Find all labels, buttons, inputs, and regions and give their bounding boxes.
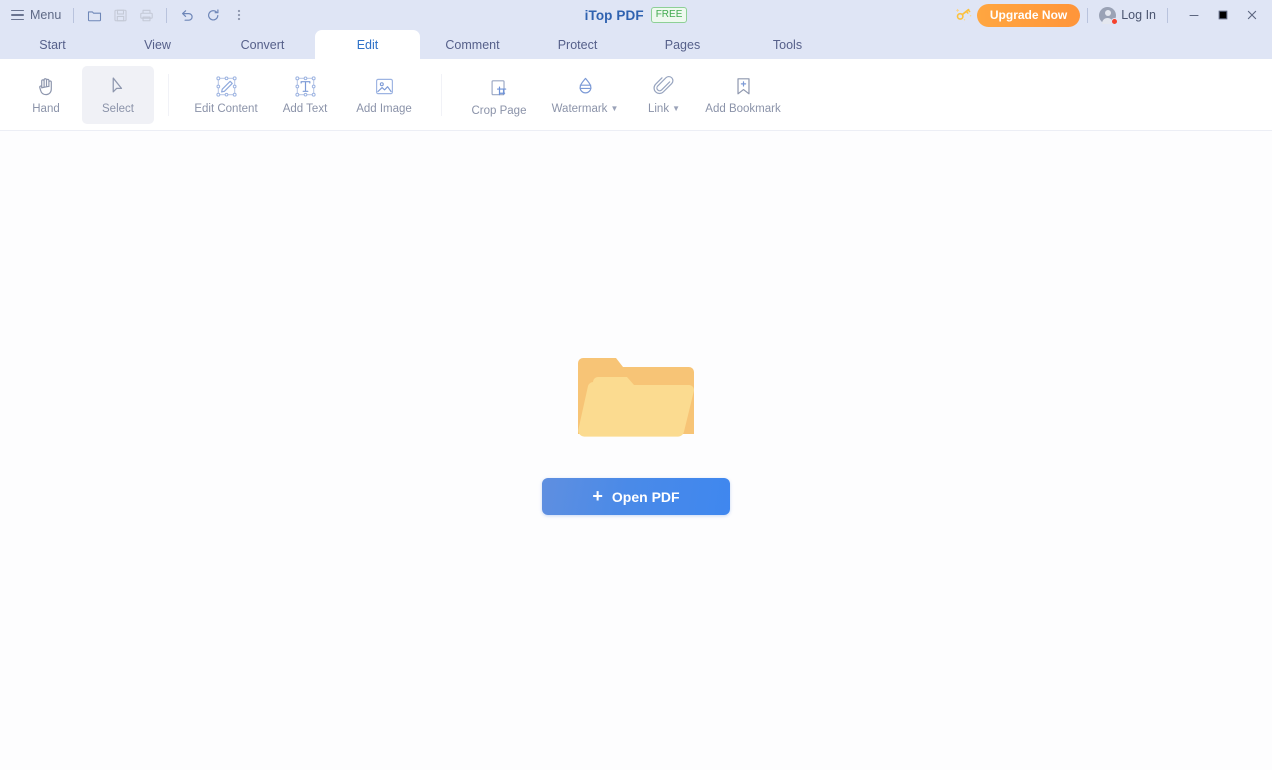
print-icon[interactable] [133, 3, 159, 27]
ribbon-button-crop-page[interactable]: Crop Page [456, 66, 542, 124]
chevron-down-icon[interactable]: ▼ [610, 104, 618, 113]
tab-tools[interactable]: Tools [735, 30, 840, 59]
quick-access-toolbar: Menu [8, 3, 252, 27]
ribbon-button-hand[interactable]: Hand [10, 66, 82, 124]
ribbon-button-watermark[interactable]: Watermark ▼ [542, 66, 628, 124]
window-controls [1179, 2, 1266, 28]
ribbon-tab-bar: Start View Convert Edit Comment Protect … [0, 30, 1272, 59]
cursor-arrow-icon [107, 73, 130, 99]
document-area: + Open PDF [0, 131, 1272, 770]
tab-start[interactable]: Start [0, 30, 105, 59]
add-image-icon [372, 73, 397, 99]
hamburger-icon [11, 9, 24, 21]
minimize-icon[interactable] [1179, 2, 1208, 28]
tab-view[interactable]: View [105, 30, 210, 59]
add-text-icon [293, 73, 318, 99]
ribbon-button-crop-page-label: Crop Page [471, 105, 527, 117]
save-icon[interactable] [107, 3, 133, 27]
empty-state-dropzone: + Open PDF [542, 354, 730, 515]
ribbon-button-add-text[interactable]: Add Text [269, 66, 341, 124]
more-options-icon[interactable] [226, 3, 252, 27]
toolbar-divider-2 [166, 7, 168, 23]
open-file-icon[interactable] [81, 3, 107, 27]
ribbon-button-add-bookmark-label: Add Bookmark [705, 103, 781, 115]
ribbon-button-add-image[interactable]: Add Image [341, 66, 427, 124]
edit-content-icon [214, 73, 239, 99]
crop-page-icon [487, 75, 512, 101]
avatar [1099, 6, 1119, 25]
redo-icon[interactable] [200, 3, 226, 27]
ribbon-group-content: Edit Content Add Text Add Image [183, 66, 427, 124]
titlebar-divider-3 [1087, 7, 1089, 23]
ribbon-toolbar: Hand Select Edit Content Add Text Add Im… [0, 59, 1272, 131]
ribbon-separator-2 [441, 73, 442, 116]
upgrade-now-button[interactable]: Upgrade Now [976, 3, 1081, 27]
open-pdf-button[interactable]: + Open PDF [542, 478, 730, 515]
ribbon-button-add-image-label: Add Image [356, 103, 412, 115]
hand-icon [35, 73, 58, 99]
tab-comment[interactable]: Comment [420, 30, 525, 59]
tab-edit[interactable]: Edit [315, 30, 420, 59]
ribbon-button-add-text-label: Add Text [282, 103, 328, 115]
tab-convert[interactable]: Convert [210, 30, 315, 59]
undo-icon[interactable] [174, 3, 200, 27]
watermark-icon [573, 73, 598, 99]
ribbon-button-hand-label: Hand [32, 103, 60, 115]
add-bookmark-icon [731, 73, 756, 99]
maximize-icon[interactable] [1208, 2, 1237, 28]
toolbar-divider [73, 7, 75, 23]
title-bar: Menu iTop PDF FREE Upgrade Now Log In [0, 0, 1272, 30]
chevron-down-icon-2[interactable]: ▼ [672, 104, 680, 113]
ribbon-group-page: Crop Page Watermark ▼ Link ▼ Add Bookmar… [456, 66, 786, 124]
key-icon [951, 3, 977, 27]
open-folder-illustration [576, 354, 696, 446]
titlebar-divider-4 [1167, 7, 1168, 23]
ribbon-button-select[interactable]: Select [82, 65, 154, 124]
link-icon [652, 73, 677, 99]
tab-protect[interactable]: Protect [525, 30, 630, 59]
license-badge: FREE [650, 7, 688, 23]
close-icon[interactable] [1237, 2, 1266, 28]
tab-pages[interactable]: Pages [630, 30, 735, 59]
ribbon-button-edit-content[interactable]: Edit Content [183, 66, 269, 124]
open-pdf-button-label: Open PDF [611, 488, 680, 505]
login-button[interactable]: Log In [1095, 5, 1160, 26]
ribbon-button-link-label: Link [647, 103, 670, 115]
ribbon-button-select-label: Select [102, 103, 134, 115]
ribbon-button-add-bookmark[interactable]: Add Bookmark [700, 66, 786, 124]
menu-button-label: Menu [30, 7, 62, 22]
ribbon-separator-1 [168, 73, 169, 116]
notification-badge [1111, 17, 1119, 25]
login-button-label: Log In [1121, 8, 1156, 22]
menu-button[interactable]: Menu [8, 6, 66, 25]
title-bar-actions: Upgrade Now Log In [951, 2, 1266, 28]
ribbon-button-edit-content-label: Edit Content [194, 103, 258, 115]
ribbon-button-link[interactable]: Link ▼ [628, 66, 700, 124]
page-title: iTop PDF [584, 7, 644, 23]
plus-icon: + [592, 485, 603, 506]
ribbon-group-tools: Hand Select [10, 65, 154, 124]
ribbon-button-watermark-label: Watermark [551, 103, 608, 115]
